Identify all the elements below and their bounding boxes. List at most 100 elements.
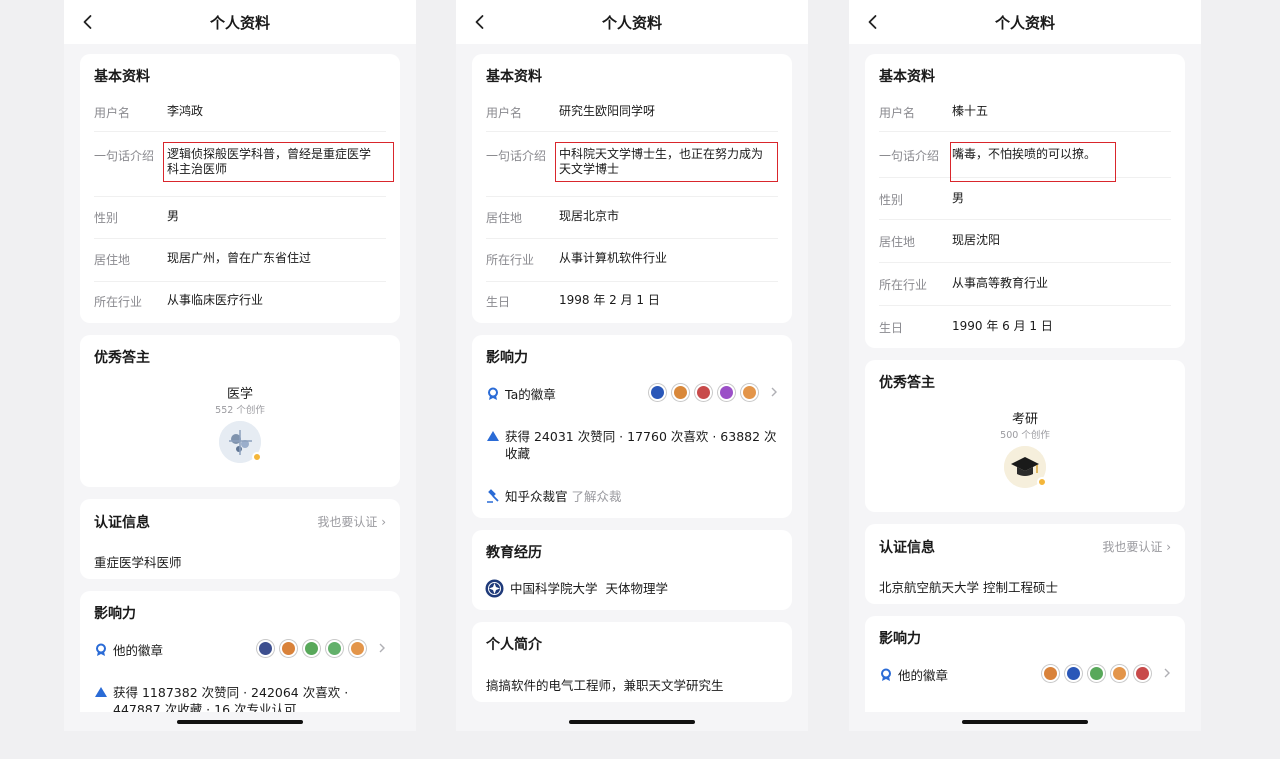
- cert-text: 重症医学科医师: [94, 555, 182, 570]
- badge-icon: [718, 384, 735, 401]
- badge-icon: [280, 640, 297, 657]
- gavel-icon: [487, 489, 499, 503]
- row-residence: 居住地 现居沈阳: [879, 220, 1171, 263]
- row-industry: 所在行业 从事高等教育行业: [879, 263, 1171, 306]
- topic-name: 医学: [226, 387, 253, 402]
- row-industry: 所在行业 从事临床医疗行业: [94, 282, 386, 323]
- badge-icon: [695, 384, 712, 401]
- badge-icon: [303, 640, 320, 657]
- verified-badge-icon: [252, 452, 262, 462]
- card-title-excellent: 优秀答主: [879, 375, 935, 391]
- influence-card: 影响力 他的徽章 获得 1187382 次赞同 · 242064 次喜欢 · 4…: [80, 591, 400, 731]
- nav-bar: 个人资料: [849, 0, 1201, 44]
- row-username: 用户名 李鸿政: [94, 94, 386, 132]
- value-industry: 从事临床医疗行业: [167, 293, 264, 307]
- card-title-cert: 认证信息: [94, 515, 150, 531]
- home-indicator: [177, 720, 303, 724]
- card-title-basic: 基本资料: [94, 69, 150, 85]
- topic-name: 考研: [1011, 412, 1038, 427]
- row-residence: 居住地 现居北京市: [486, 197, 778, 239]
- chevron-right-icon: [1164, 668, 1170, 678]
- badge-ribbon-icon: [488, 387, 498, 400]
- badge-row[interactable]: 他的徽章: [879, 665, 1171, 685]
- topic-avatar[interactable]: [1004, 446, 1047, 488]
- card-title-influence: 影响力: [879, 631, 921, 647]
- row-birthday: 生日 1990 年 6 月 1 日: [879, 306, 1171, 348]
- label-intro: 一句话介绍: [879, 149, 940, 163]
- label-birthday: 生日: [486, 295, 511, 309]
- row-gender: 性别 男: [879, 178, 1171, 220]
- label-intro: 一句话介绍: [94, 149, 155, 163]
- juror-link[interactable]: 了解众裁: [572, 489, 622, 504]
- excellent-answerer-card[interactable]: 优秀答主 考研 500 个创作: [865, 360, 1185, 512]
- nav-bar: 个人资料: [64, 0, 416, 44]
- card-title-influence: 影响力: [94, 606, 136, 622]
- badge-ribbon-icon: [96, 643, 106, 656]
- badge-icon: [1065, 665, 1082, 682]
- row-intro: 一句话介绍 逻辑侦探般医学科普，曾经是重症医学科主治医师: [94, 132, 394, 197]
- education-row: 中国科学院大学 天体物理学: [485, 579, 778, 598]
- cert-apply-label: 我也要认证: [317, 515, 378, 529]
- badge-icon: [349, 640, 366, 657]
- page-title: 个人资料: [994, 14, 1055, 32]
- school-name: 中国科学院大学: [510, 581, 598, 596]
- row-intro: 一句话介绍 中科院天文学博士生，也正在努力成为天文学博士: [486, 132, 778, 197]
- badge-list: [649, 384, 778, 402]
- triangle-upvote-icon: [487, 431, 499, 441]
- cert-text: 北京航空航天大学 控制工程硕士: [879, 580, 1058, 595]
- row-gender: 性别 男: [94, 197, 386, 239]
- card-title-basic: 基本资料: [486, 69, 542, 85]
- highlight-box: [555, 142, 778, 182]
- row-username: 用户名 研究生欧阳同学呀: [486, 94, 778, 132]
- card-title-influence: 影响力: [486, 350, 528, 366]
- label-username: 用户名: [879, 106, 916, 120]
- basic-info-card: 基本资料 用户名 榛十五 一句话介绍 嘴毒，不怕挨喷的可以撩。 性别 男 居住地…: [865, 54, 1185, 348]
- bio-text: 搞搞软件的电气工程师，兼职天文学研究生: [486, 678, 724, 693]
- cert-apply-link[interactable]: 我也要认证 ›: [317, 513, 386, 530]
- value-username: 研究生欧阳同学呀: [559, 104, 656, 118]
- education-card: 教育经历 中国科学院大学 天体物理学: [472, 530, 792, 610]
- badge-icon: [1088, 665, 1105, 682]
- row-residence: 居住地 现居广州，曾在广东省住过: [94, 239, 386, 282]
- label-residence: 居住地: [879, 235, 916, 249]
- cert-apply-link[interactable]: 我也要认证 ›: [1102, 538, 1171, 555]
- badge-list: [1042, 665, 1171, 683]
- card-title-excellent: 优秀答主: [94, 350, 150, 366]
- topic-count: 500 个创作: [1000, 430, 1050, 441]
- label-industry: 所在行业: [879, 278, 928, 292]
- nav-bar: 个人资料: [456, 0, 808, 44]
- page-title: 个人资料: [601, 14, 662, 32]
- badge-icon: [741, 384, 758, 401]
- card-title-basic: 基本资料: [879, 69, 935, 85]
- topic-avatar[interactable]: [219, 421, 262, 463]
- major-name: 天体物理学: [605, 581, 668, 596]
- label-username: 用户名: [94, 106, 131, 120]
- juror-label: 知乎众裁官: [505, 489, 568, 504]
- home-indicator: [962, 720, 1088, 724]
- badge-row[interactable]: Ta的徽章: [486, 384, 778, 404]
- badge-icon: [257, 640, 274, 657]
- card-title-cert: 认证信息: [879, 540, 935, 556]
- chevron-right-icon: ›: [381, 515, 386, 529]
- excellent-answerer-card[interactable]: 优秀答主 医学 552 个创作: [80, 335, 400, 487]
- value-username: 李鸿政: [167, 104, 204, 118]
- card-title-bio: 个人简介: [486, 637, 542, 653]
- value-industry: 从事高等教育行业: [952, 276, 1049, 290]
- juror-row[interactable]: 知乎众裁官 了解众裁: [486, 488, 778, 506]
- home-indicator: [569, 720, 695, 724]
- badge-icon: [326, 640, 343, 657]
- phone-screen-3: 个人资料 基本资料 用户名 榛十五 一句话介绍 嘴毒，不怕挨喷的可以撩。 性别 …: [849, 0, 1201, 731]
- highlight-box: [950, 142, 1116, 182]
- certification-card: 认证信息 我也要认证 › 重症医学科医师: [80, 499, 400, 579]
- label-intro: 一句话介绍: [486, 149, 547, 163]
- label-industry: 所在行业: [486, 253, 535, 267]
- influence-card: 影响力 Ta的徽章 获得 24031 次赞同 · 17760 次喜欢 · 638…: [472, 335, 792, 518]
- badge-icon: [1134, 665, 1151, 682]
- label-residence: 居住地: [94, 253, 131, 267]
- phone-screen-2: 个人资料 基本资料 用户名 研究生欧阳同学呀 一句话介绍 中科院天文学博士生，也…: [456, 0, 808, 731]
- verified-badge-icon: [1037, 477, 1047, 487]
- label-birthday: 生日: [879, 321, 904, 335]
- triangle-upvote-icon: [95, 687, 107, 697]
- badge-row[interactable]: 他的徽章: [94, 640, 386, 660]
- row-username: 用户名 榛十五: [879, 94, 1171, 132]
